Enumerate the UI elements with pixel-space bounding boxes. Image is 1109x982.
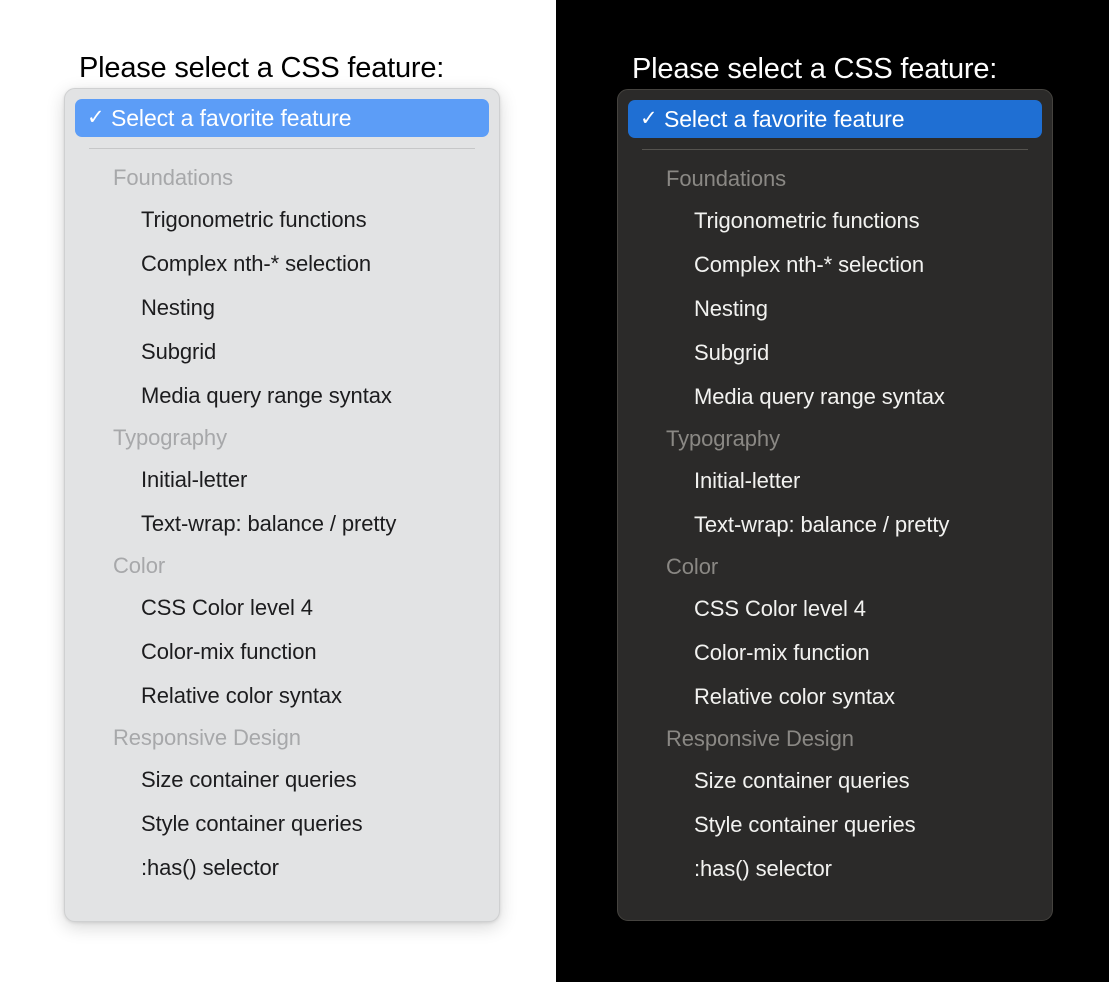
option-item[interactable]: Nesting	[618, 287, 1052, 331]
option-group-label: Color	[113, 553, 166, 578]
option-group-label: Responsive Design	[666, 726, 854, 751]
selected-option-row[interactable]: ✓ Select a favorite feature	[75, 99, 489, 137]
comparison-stage: Please select a CSS feature: ✓ Select a …	[0, 0, 1109, 982]
option-item[interactable]: Nesting	[65, 286, 499, 330]
check-icon: ✓	[640, 106, 658, 130]
selected-option-label: Select a favorite feature	[111, 104, 352, 131]
option-groups-dark: Foundations Trigonometric functions Comple…	[618, 159, 1052, 891]
selected-option-row[interactable]: ✓ Select a favorite feature	[628, 100, 1042, 138]
option-group-label: Typography	[113, 425, 227, 450]
option-item[interactable]: Style container queries	[65, 802, 499, 846]
page-title: Please select a CSS feature:	[79, 52, 445, 84]
select-dropdown-light[interactable]: ✓ Select a favorite feature Foundations T…	[64, 88, 500, 922]
option-item[interactable]: Size container queries	[65, 758, 499, 802]
option-item[interactable]: Initial-letter	[65, 458, 499, 502]
option-item[interactable]: Text-wrap: balance / pretty	[618, 503, 1052, 547]
option-item[interactable]: Complex nth-* selection	[618, 243, 1052, 287]
select-dropdown-dark[interactable]: ✓ Select a favorite feature Foundations T…	[617, 89, 1053, 921]
option-item[interactable]: :has() selector	[65, 846, 499, 890]
option-item[interactable]: Text-wrap: balance / pretty	[65, 502, 499, 546]
option-item[interactable]: Size container queries	[618, 759, 1052, 803]
option-group-label: Foundations	[113, 165, 233, 190]
option-item[interactable]: Style container queries	[618, 803, 1052, 847]
option-groups-light: Foundations Trigonometric functions Comple…	[65, 158, 499, 890]
option-item[interactable]: Relative color syntax	[618, 675, 1052, 719]
option-item[interactable]: Relative color syntax	[65, 674, 499, 718]
option-item[interactable]: Color-mix function	[65, 630, 499, 674]
option-group-label: Foundations	[666, 166, 786, 191]
option-item[interactable]: Media query range syntax	[618, 375, 1052, 419]
menu-separator	[89, 148, 475, 149]
page-title: Please select a CSS feature:	[632, 53, 998, 85]
option-item[interactable]: Initial-letter	[618, 459, 1052, 503]
option-item[interactable]: :has() selector	[618, 847, 1052, 891]
option-item[interactable]: Media query range syntax	[65, 374, 499, 418]
option-item[interactable]: Subgrid	[65, 330, 499, 374]
option-group-label: Typography	[666, 426, 780, 451]
check-icon: ✓	[87, 105, 105, 129]
option-item[interactable]: CSS Color level 4	[618, 587, 1052, 631]
menu-separator	[642, 149, 1028, 150]
option-group-label: Color	[666, 554, 719, 579]
option-item[interactable]: Subgrid	[618, 331, 1052, 375]
option-item[interactable]: Color-mix function	[618, 631, 1052, 675]
option-item[interactable]: CSS Color level 4	[65, 586, 499, 630]
option-item[interactable]: Trigonometric functions	[65, 198, 499, 242]
option-group-label: Responsive Design	[113, 725, 301, 750]
selected-option-label: Select a favorite feature	[664, 105, 905, 132]
light-mode-pane: Please select a CSS feature: ✓ Select a …	[0, 0, 556, 982]
option-item[interactable]: Trigonometric functions	[618, 199, 1052, 243]
option-item[interactable]: Complex nth-* selection	[65, 242, 499, 286]
dark-mode-pane: Please select a CSS feature: ✓ Select a …	[556, 0, 1109, 982]
